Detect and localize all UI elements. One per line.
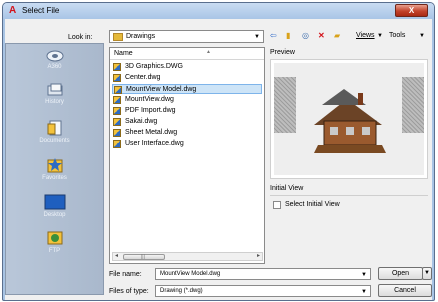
autocad-logo-icon: A [9,5,17,16]
tools-menu[interactable]: Tools [389,30,405,42]
dialog-title: Select File [22,6,60,15]
chevron-down-icon[interactable]: ▼ [361,272,367,278]
cancel-button[interactable]: Cancel [378,284,432,297]
favorites-icon [47,158,62,173]
dwg-file-icon [113,129,121,137]
initial-view-divider [270,195,428,196]
file-item[interactable]: User Interface.dwg [112,139,262,149]
place-label: A360 [47,64,62,70]
file-name-field[interactable]: MountView Model.dwg ▼ [155,268,371,280]
select-initial-view-checkbox[interactable] [273,201,281,209]
file-item[interactable]: Sheet Metal.dwg [112,128,262,138]
file-name: User Interface.dwg [125,140,184,147]
open-button[interactable]: Open [378,267,423,280]
file-item[interactable]: MountView.dwg [112,95,262,105]
places-bar: A360 History Documents Favorites Desktop… [5,43,104,295]
dwg-file-icon [113,63,121,71]
dwg-file-icon [114,86,122,94]
ftp-icon [47,231,62,245]
sort-ascending-icon: ▲ [206,49,211,55]
file-name: 3D Graphics.DWG [125,63,183,70]
views-chevron-icon[interactable]: ▼ [377,30,383,42]
scroll-thumb[interactable]: ||| [123,254,165,260]
history-icon [47,83,62,96]
place-documents[interactable]: Documents [6,120,103,144]
file-name: PDF Import.dwg [125,107,176,114]
file-list[interactable]: Name ▲ 3D Graphics.DWG Center.dwg MountV… [109,47,265,264]
files-of-type-dropdown[interactable]: Drawing (*.dwg) ▼ [155,285,371,297]
file-name: Sheet Metal.dwg [125,129,178,136]
folder-icon [113,33,123,41]
file-name-value: MountView Model.dwg [160,271,221,277]
file-item[interactable]: Center.dwg [112,73,262,83]
files-of-type-value: Drawing (*.dwg) [160,288,203,294]
file-item-selected[interactable]: MountView Model.dwg [112,84,262,94]
place-label: Desktop [43,212,66,218]
up-folder-icon[interactable]: ▮ [286,30,290,42]
look-in-dropdown[interactable]: Drawings ▼ [109,30,264,43]
close-button[interactable]: X [395,4,428,17]
desktop-icon [44,194,65,210]
file-item[interactable]: 3D Graphics.DWG [112,62,262,72]
documents-icon [47,120,61,136]
file-item[interactable]: PDF Import.dwg [112,106,262,116]
place-label: FTP [48,248,61,254]
file-item[interactable]: Sakai.dwg [112,117,262,127]
place-label: Favorites [42,175,67,181]
create-folder-icon[interactable]: ▰ [334,30,340,42]
look-in-value: Drawings [126,33,156,40]
dwg-file-icon [113,96,121,104]
dwg-file-icon [113,140,121,148]
place-a360[interactable]: A360 [6,48,103,70]
dwg-file-icon [113,118,121,126]
scroll-left-icon[interactable]: ◂ [115,252,118,259]
chevron-down-icon[interactable]: ▼ [361,289,367,295]
file-name-label: File name: [109,271,142,278]
select-initial-view-label[interactable]: Select Initial View [285,201,340,208]
views-menu[interactable]: Views [356,30,375,42]
scroll-right-icon[interactable]: ▸ [257,252,260,259]
file-name: Center.dwg [125,74,161,81]
preview-label: Preview [270,49,295,56]
search-web-icon[interactable]: ◎ [302,30,309,42]
file-name: MountView Model.dwg [126,86,197,93]
dwg-file-icon [113,107,121,115]
delete-icon[interactable]: ✕ [318,30,325,42]
a360-icon [46,50,63,62]
file-name: Sakai.dwg [125,118,158,125]
place-label: Documents [39,138,70,144]
preview-pane [270,59,428,179]
grip-icon: ||| [141,254,145,260]
look-in-label: Look in: [68,34,93,41]
tools-chevron-icon[interactable]: ▼ [419,30,425,42]
dwg-file-icon [113,74,121,82]
title-bar: A Select File X [3,3,434,19]
dialog-body: Look in: Drawings ▼ ⇦ ▮ ◎ ✕ ▰ Views ▼ To… [5,19,432,300]
chevron-down-icon: ▼ [254,34,260,40]
initial-view-label: Initial View [270,185,304,192]
place-label: History [45,99,64,105]
select-file-dialog: A Select File X Look in: Drawings ▼ ⇦ ▮ … [2,2,435,301]
place-favorites[interactable]: Favorites [6,157,103,181]
place-desktop[interactable]: Desktop [6,194,103,218]
open-options-button[interactable]: ▼ [422,267,432,280]
place-history[interactable]: History [6,83,103,105]
horizontal-scrollbar[interactable]: ◂ ||| ▸ [112,252,263,261]
place-ftp[interactable]: FTP [6,230,103,254]
back-icon[interactable]: ⇦ [270,30,277,42]
preview-image [274,63,424,175]
files-of-type-label: Files of type: [109,288,149,295]
house-model-preview [314,89,386,153]
file-name: MountView.dwg [125,96,174,103]
name-column-label: Name [114,50,133,57]
name-column-header[interactable]: Name ▲ [110,48,264,60]
